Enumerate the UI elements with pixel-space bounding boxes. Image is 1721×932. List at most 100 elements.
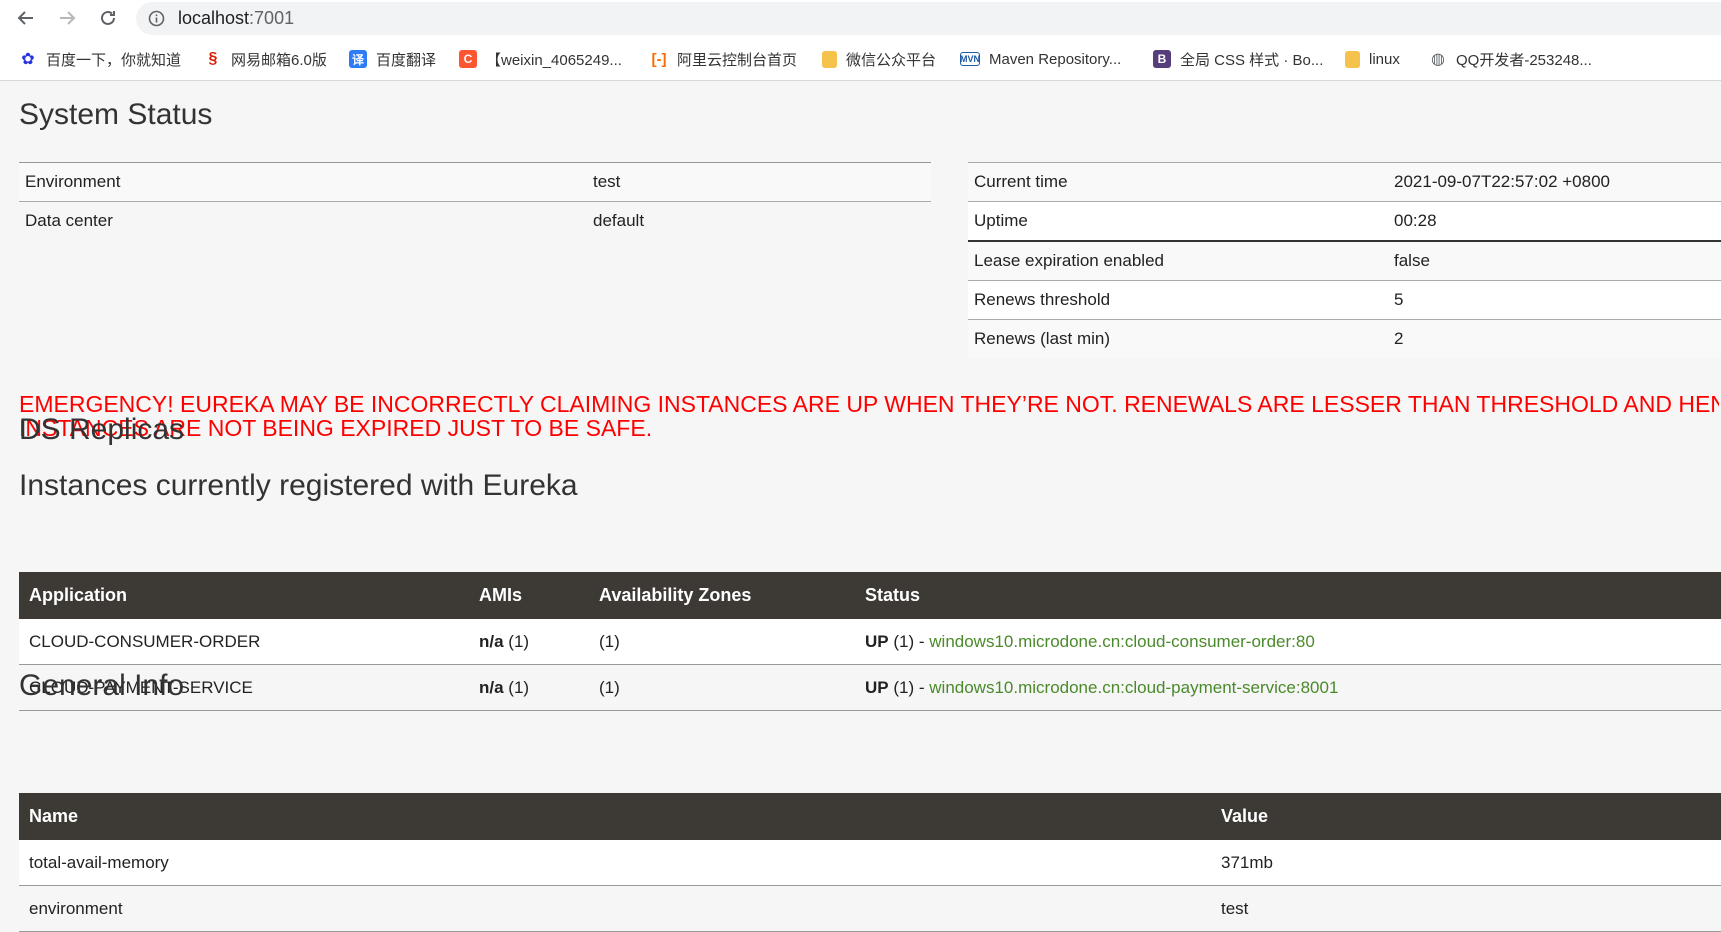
csdn-c-icon: C (459, 50, 477, 68)
value-cell: 2 (1388, 319, 1721, 358)
zones-cell: (1) (589, 664, 855, 711)
netease-mail-icon: § (208, 50, 218, 67)
column-header: Application (19, 572, 469, 619)
zones-cell: (1) (589, 619, 855, 665)
bookmark-label: 网易邮箱6.0版 (231, 51, 327, 69)
section-title-system-status: System Status (19, 98, 213, 131)
key-cell: Uptime (968, 201, 1388, 241)
reload-button[interactable] (94, 4, 122, 32)
bookmark-maven[interactable]: MVN Maven Repository... (960, 48, 1121, 70)
bookmark-label: 全局 CSS 样式 · Bo... (1180, 51, 1324, 69)
back-button[interactable] (12, 4, 40, 32)
translate-icon: 译 (349, 50, 367, 68)
key-cell: Data center (25, 211, 113, 230)
key-cell: Environment (19, 162, 587, 202)
eureka-page: System Status Environment test Data cent… (0, 81, 1721, 932)
url-host: localhost (178, 8, 250, 28)
status-label: UP (865, 677, 889, 697)
bookmark-baidu-translate[interactable]: 译百度翻译 (349, 48, 436, 70)
value-cell: 2021-09-07T22:57:02 +0800 (1388, 162, 1721, 202)
table-row: CLOUD-PAYMENT-SERVICE n/a (1) (1) UP (1)… (19, 664, 1721, 711)
bookmark-label: 阿里云控制台首页 (677, 51, 798, 69)
bookmark-linux[interactable]: linux (1345, 48, 1400, 70)
bookmark-label: Maven Repository... (989, 50, 1122, 68)
info-icon[interactable] (148, 10, 165, 27)
bookmarks-bar: ✿ 百度一下，你就知道 § 网易邮箱6.0版 译百度翻译 C 【weixin_4065… (0, 42, 1721, 76)
table-row: Renews threshold 5 (968, 280, 1721, 320)
emergency-line: INSTANCES ARE NOT BEING EXPIRED JUST TO … (19, 415, 653, 440)
info-name: environment (19, 885, 1211, 932)
bookmark-qq-developer[interactable]: ◍ QQ开发者-253248... (1429, 48, 1592, 70)
info-value: 371mb (1211, 840, 1721, 886)
arrow-right-icon (60, 11, 76, 25)
emergency-warning: EMERGENCY! EUREKA MAY BE INCORRECTLY CLA… (19, 392, 1719, 440)
table-header-row: Application AMIs Availability Zones Stat… (19, 572, 1721, 619)
bookmark-label: 百度一下，你就知道 (46, 51, 182, 69)
application-name: CLOUD-CONSUMER-ORDER (19, 619, 469, 665)
bookmark-baidu[interactable]: ✿ 百度一下，你就知道 (19, 48, 181, 70)
address-bar[interactable]: localhost:7001 (136, 2, 1721, 35)
browser-chrome: localhost:7001 ✿ 百度一下，你就知道 § 网易邮箱6.0版 译百度翻… (0, 0, 1721, 81)
table-row: Lease expiration enabled false (968, 240, 1721, 281)
table-row: Current time 2021-09-07T22:57:02 +0800 (968, 162, 1721, 202)
value-cell: test (587, 162, 931, 202)
bookmark-aliyun[interactable]: [-] 阿里云控制台首页 (650, 48, 798, 70)
info-value: test (1211, 885, 1721, 932)
reload-icon (101, 10, 115, 25)
value-cell: 5 (1388, 280, 1721, 320)
table-row: Renews (last min) 2 (968, 319, 1721, 358)
bookmark-netease-mail[interactable]: § 网易邮箱6.0版 (204, 48, 327, 70)
general-info-table: Name Value total-avail-memory 371mb envi… (19, 793, 1721, 932)
maven-icon: MVN (960, 52, 980, 66)
instance-link[interactable]: windows10.microdone.cn:cloud-consumer-or… (929, 632, 1315, 651)
key-cell: Renews threshold (968, 280, 1388, 320)
column-header: Status (855, 572, 1721, 619)
column-header: Value (1211, 793, 1721, 840)
value-cell: false (1388, 240, 1721, 281)
baidu-paw-icon: ✿ (21, 51, 35, 68)
table-header-row: Name Value (19, 793, 1721, 840)
arrow-left-icon (17, 11, 33, 25)
table-row: CLOUD-CONSUMER-ORDER n/a (1) (1) UP (1) … (19, 619, 1721, 665)
value-cell: default (593, 211, 645, 230)
column-header: Name (19, 793, 1211, 840)
table-row: Uptime 00:28 (968, 201, 1721, 241)
amis-cell: n/a (1) (469, 664, 589, 711)
amis-count: (1) (508, 677, 530, 697)
bookmark-label: 【weixin_4065249... (486, 51, 622, 69)
section-title-instances: Instances currently registered with Eure… (19, 469, 578, 502)
instances-table: Application AMIs Availability Zones Stat… (19, 572, 1721, 711)
emergency-line: EMERGENCY! EUREKA MAY BE INCORRECTLY CLA… (19, 392, 1719, 417)
key-cell: Renews (last min) (968, 319, 1388, 358)
bookmark-wechat-platform[interactable]: 微信公众平台 (822, 48, 936, 70)
status-cell: UP (1) - windows10.microdone.cn:cloud-co… (855, 619, 1721, 665)
amis-label: n/a (479, 631, 504, 651)
key-cell: Current time (968, 162, 1388, 202)
instance-link[interactable]: windows10.microdone.cn:cloud-payment-ser… (929, 678, 1338, 697)
bookmark-bootstrap-css[interactable]: B 全局 CSS 样式 · Bo... (1153, 48, 1323, 70)
bookmark-csdn[interactable]: C 【weixin_4065249... (459, 48, 622, 70)
value-cell: 00:28 (1388, 201, 1721, 241)
bootstrap-b-icon: B (1153, 50, 1171, 68)
status-label: UP (865, 631, 889, 651)
globe-icon: ◍ (1431, 51, 1445, 68)
forward-button[interactable] (53, 4, 81, 32)
status-metrics-table: Current time 2021-09-07T22:57:02 +0800 U… (968, 162, 1721, 358)
section-title-ds-replicas: DS Replicas (19, 413, 185, 446)
url-text[interactable]: localhost:7001 (178, 8, 294, 29)
table-row: Data center default (19, 202, 931, 241)
table-row: total-avail-memory 371mb (19, 840, 1721, 886)
folder-icon (1345, 50, 1360, 68)
amis-count: (1) (508, 631, 530, 651)
column-header: AMIs (469, 572, 589, 619)
bookmark-label: QQ开发者-253248... (1456, 51, 1592, 69)
amis-cell: n/a (1) (469, 619, 589, 665)
environment-table: Environment test Data center default (19, 162, 931, 240)
bookmark-label: 微信公众平台 (846, 51, 937, 69)
status-cell: UP (1) - windows10.microdone.cn:cloud-pa… (855, 664, 1721, 711)
table-row: environment test (19, 885, 1721, 932)
info-name: total-avail-memory (19, 840, 1211, 886)
section-title-general-info: General Info (19, 669, 185, 702)
status-count: (1) - (893, 677, 925, 697)
amis-label: n/a (479, 677, 504, 697)
